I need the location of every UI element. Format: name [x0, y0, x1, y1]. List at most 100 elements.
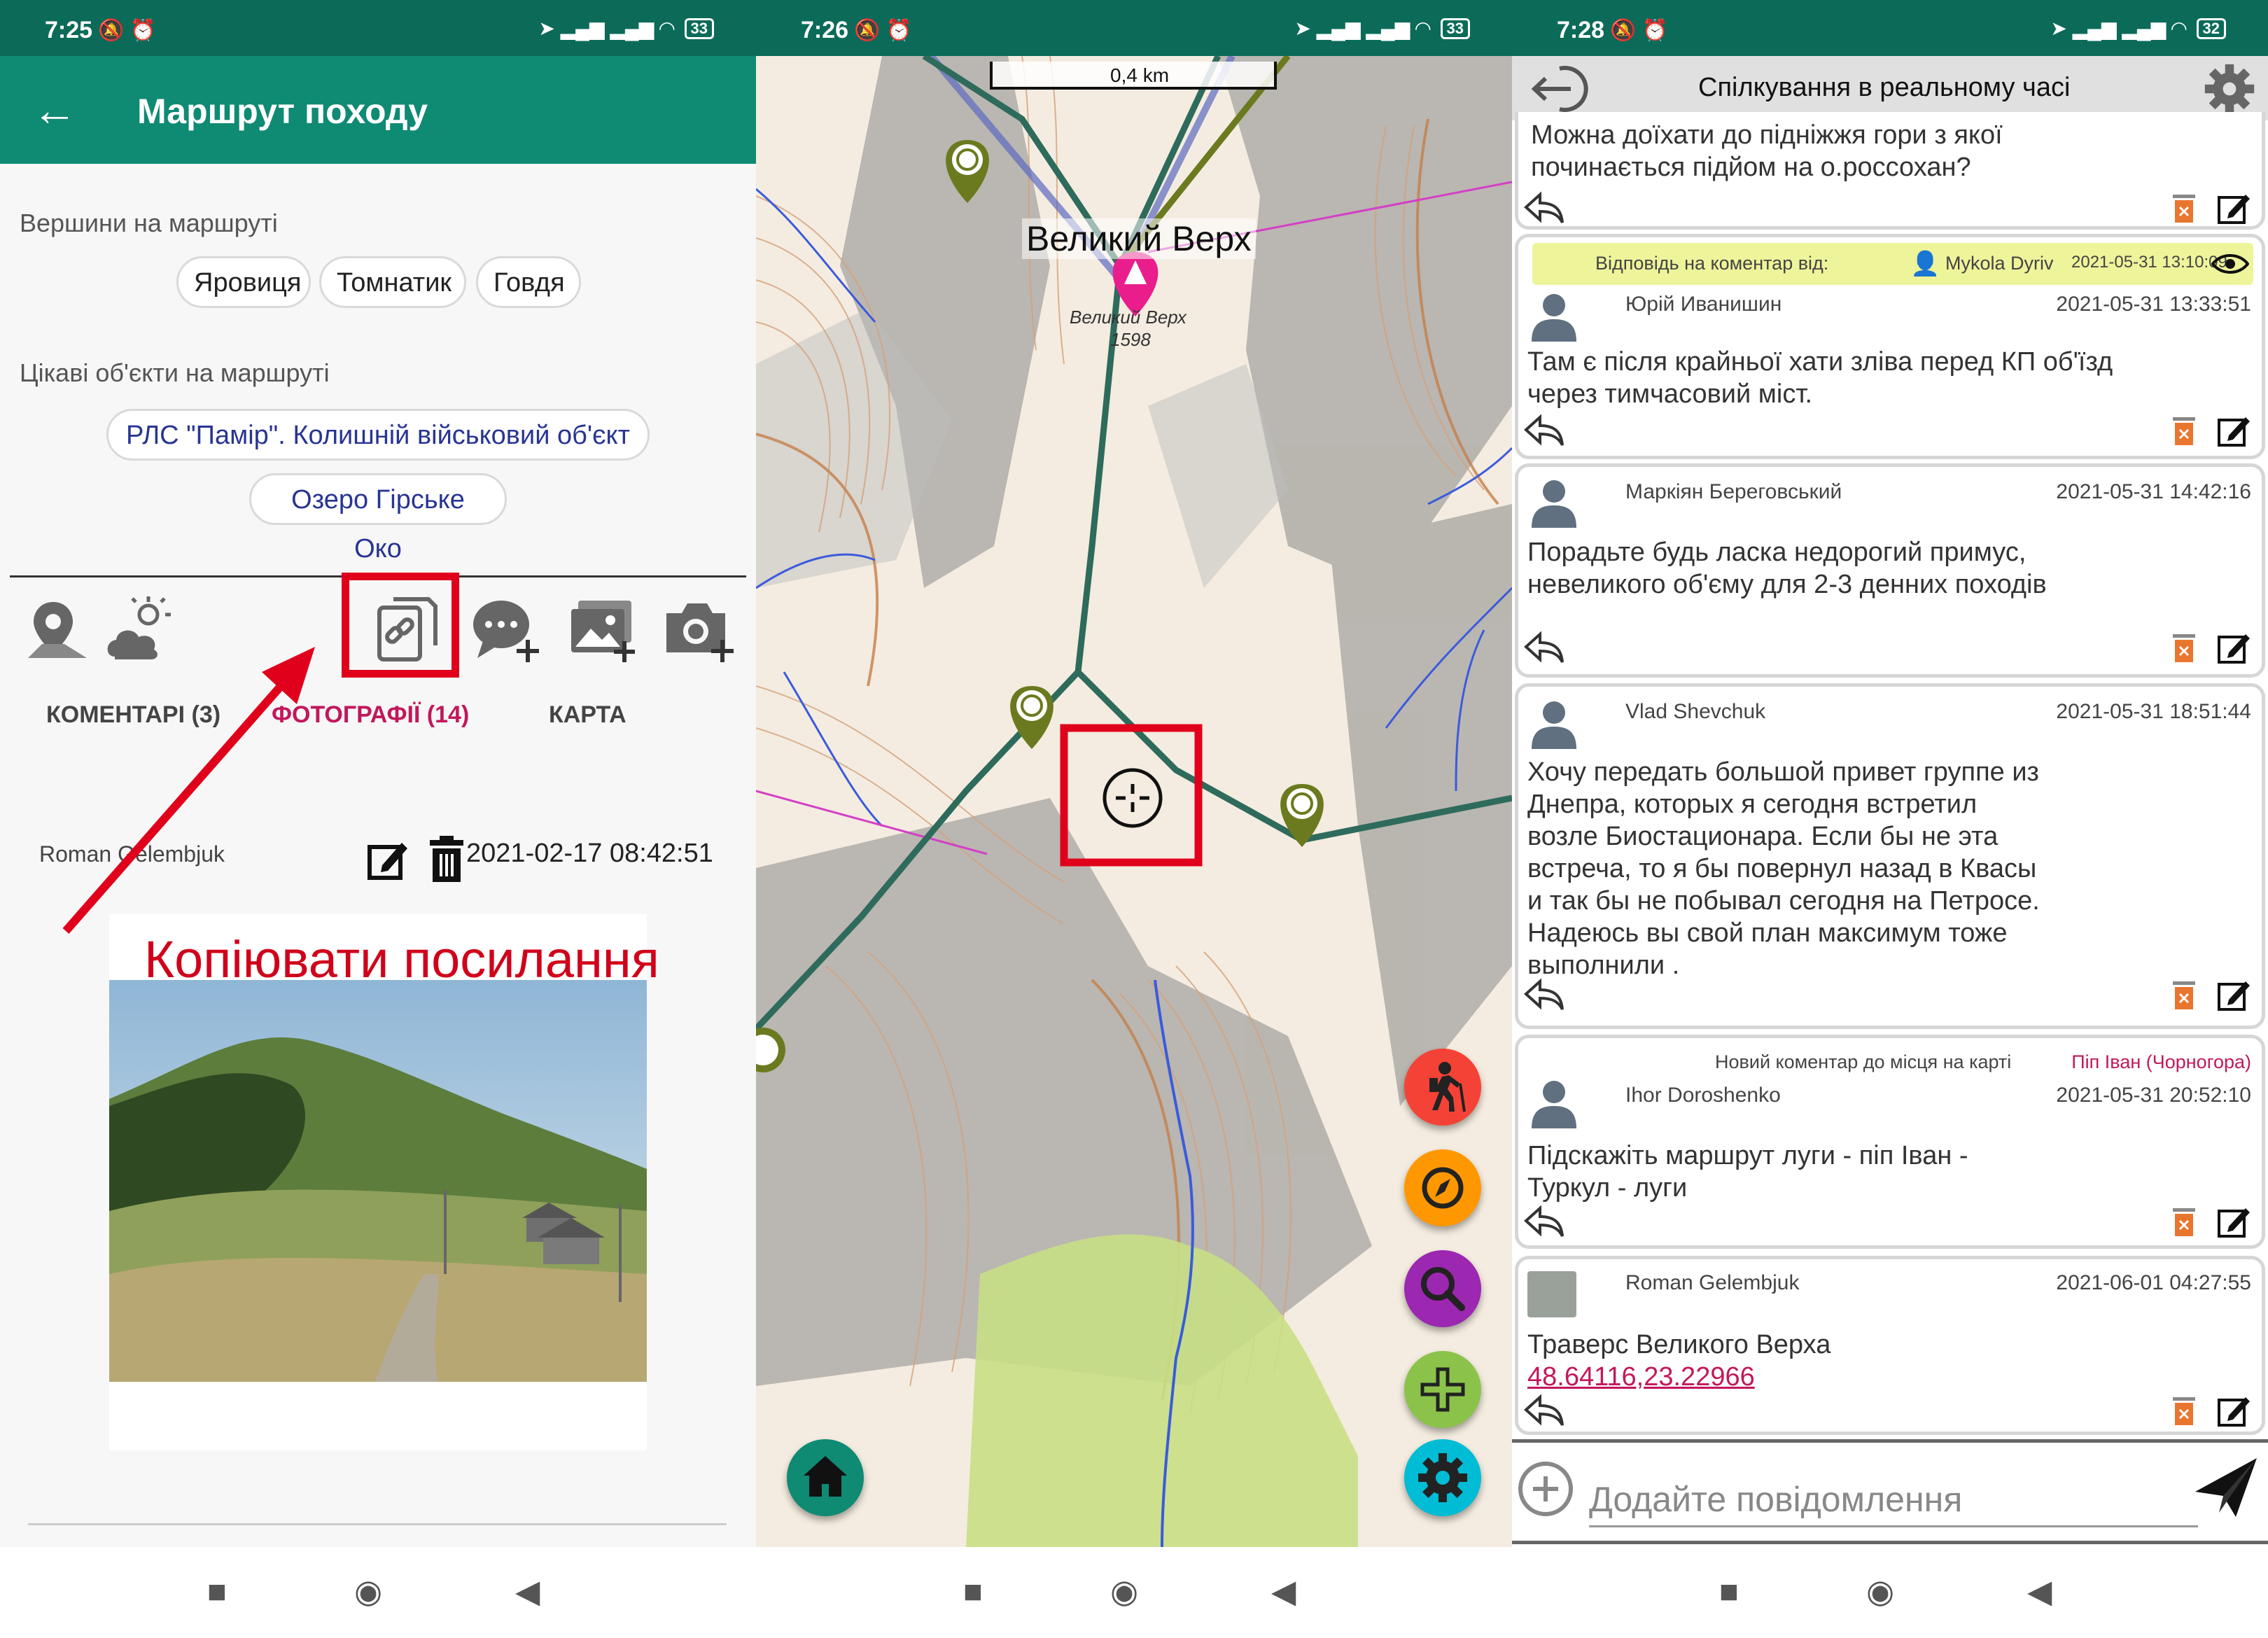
copy-link-annotation: Копіювати посилання	[144, 930, 659, 988]
chat-title: Спілкування в реальному часі	[1698, 73, 2071, 102]
peak-name-label: Великий Верх	[1022, 218, 1256, 259]
back-button[interactable]: ◀	[2027, 1572, 2052, 1610]
chat-message: Можна доїхати до підніжжя гори з якої по…	[1515, 112, 2265, 230]
back-button[interactable]: ◀	[1271, 1572, 1296, 1610]
search-button[interactable]	[1404, 1250, 1481, 1327]
topo-map[interactable]: Великий Верх 1598	[756, 56, 1512, 1547]
scale-bar: 0,4 km	[990, 62, 1277, 90]
page-title: Маршрут походу	[137, 92, 428, 131]
trash-icon[interactable]	[427, 834, 466, 883]
message-text: Можна доїхати до підніжжя гори з якої по…	[1531, 120, 2003, 182]
recents-button[interactable]: ■	[1719, 1572, 1739, 1610]
peak-chip[interactable]: Говдя	[476, 256, 581, 308]
home-button[interactable]: ◉	[1866, 1572, 1894, 1610]
trash-icon[interactable]	[2170, 630, 2198, 665]
route-screen: 7:25 🔕 ⏰ ➤ ▂▄▆ ▂▄▆ ◠ 33 ← Маршрут походу…	[0, 0, 756, 1638]
camera-add-icon[interactable]	[662, 596, 735, 664]
status-bar: 7:28 🔕 ⏰ ➤ ▂▄▆ ▂▄▆ ◠ 32	[1512, 0, 2268, 56]
list-divider	[28, 1523, 727, 1525]
photo-card[interactable]	[109, 914, 647, 1450]
edit-icon[interactable]	[2216, 976, 2253, 1012]
home-map-button[interactable]	[787, 1439, 864, 1516]
home-button[interactable]: ◉	[354, 1572, 382, 1610]
compass-icon	[1422, 1167, 1464, 1209]
exit-icon[interactable]	[1523, 62, 1590, 116]
search-icon	[1421, 1267, 1465, 1311]
add-photo-icon[interactable]	[567, 596, 640, 664]
home-button[interactable]: ◉	[1110, 1572, 1138, 1610]
landscape-photo[interactable]	[109, 980, 647, 1382]
peak-chip[interactable]: Яровиця	[176, 256, 311, 308]
object-chip[interactable]: Озеро Гірське Око	[249, 473, 507, 564]
reply-icon[interactable]	[1523, 413, 1565, 448]
edit-icon[interactable]	[2216, 629, 2253, 665]
tab-map[interactable]: КАРТА	[549, 701, 626, 729]
reply-icon[interactable]	[1523, 190, 1565, 225]
hiker-button[interactable]	[1404, 1049, 1481, 1126]
status-bar: 7:25 🔕 ⏰ ➤ ▂▄▆ ▂▄▆ ◠ 33	[0, 0, 756, 56]
eye-icon[interactable]	[2211, 251, 2249, 276]
chat-message	[1515, 1035, 2265, 1249]
status-time: 7:28	[1557, 17, 1605, 43]
battery-indicator: 32	[2196, 18, 2226, 39]
object-chip[interactable]: РЛС "Памір". Колишній військовий об'єкт	[106, 409, 650, 461]
compass-button[interactable]	[1404, 1149, 1481, 1226]
back-arrow-icon[interactable]: ←	[32, 84, 77, 136]
trash-icon[interactable]	[2170, 413, 2198, 448]
add-button[interactable]	[1404, 1351, 1481, 1428]
objects-label: Цікаві об'єкти на маршруті	[20, 358, 330, 387]
status-right-icons: ➤ ▂▄▆ ▂▄▆ ◠ 33	[1294, 17, 1470, 40]
send-icon[interactable]	[2191, 1452, 2261, 1522]
status-notify-icons: 🔕 ⏰	[1610, 19, 1669, 42]
attach-add-icon[interactable]	[1516, 1460, 1575, 1518]
reply-user: Mykola Dyriv	[1945, 253, 2054, 274]
battery-indicator: 33	[684, 18, 714, 39]
message-composer: Додайте повідомлення	[1512, 1439, 2268, 1544]
recents-button[interactable]: ■	[207, 1572, 227, 1610]
app-bar: ← Маршрут походу	[0, 56, 756, 164]
photo-timestamp: 2021-02-17 08:42:51	[466, 839, 713, 868]
edit-icon[interactable]	[365, 837, 412, 883]
add-comment-icon[interactable]	[470, 596, 543, 664]
chat-screen: 7:28 🔕 ⏰ ➤ ▂▄▆ ▂▄▆ ◠ 32 Спілкування в ре…	[1512, 0, 2268, 1638]
trash-icon[interactable]	[2170, 1204, 2198, 1239]
plus-icon	[1420, 1367, 1465, 1412]
reply-icon[interactable]	[1523, 1204, 1565, 1239]
edit-icon[interactable]	[2216, 1203, 2253, 1239]
back-button[interactable]: ◀	[515, 1572, 540, 1610]
map-label-elevation: 1598	[1110, 329, 1151, 350]
reply-date: 2021-05-31 13:10:09	[2071, 253, 2227, 272]
chat-message: Відповідь на коментар від: 👤 Mykola Dyri…	[1515, 234, 2265, 459]
recents-button[interactable]: ■	[963, 1572, 983, 1610]
hiker-icon	[1429, 1062, 1466, 1112]
trash-icon[interactable]	[2170, 977, 2198, 1012]
coordinates-link[interactable]: 48.64116,23.22966	[1527, 1361, 1755, 1393]
settings-button[interactable]	[1404, 1439, 1481, 1516]
status-right-icons: ➤ ▂▄▆ ▂▄▆ ◠ 32	[2050, 17, 2226, 40]
edit-icon[interactable]	[2216, 1392, 2253, 1428]
system-nav-bar: ■ ◉ ◀	[1512, 1547, 2268, 1638]
edit-icon[interactable]	[2216, 189, 2253, 225]
reply-context-bar: Відповідь на коментар від: 👤 Mykola Dyri…	[1532, 243, 2253, 285]
reply-icon[interactable]	[1523, 630, 1565, 665]
system-nav-bar: ■ ◉ ◀	[756, 1547, 1512, 1638]
system-nav-bar: ■ ◉ ◀	[0, 1547, 756, 1638]
peak-chip[interactable]: Томнатик	[319, 256, 466, 308]
edit-icon[interactable]	[2216, 412, 2253, 448]
map-label-peak: Великий Верх	[1070, 307, 1187, 328]
highlight-box	[342, 573, 459, 678]
peaks-label: Вершини на маршруті	[20, 209, 278, 237]
trash-icon[interactable]	[2170, 1393, 2198, 1428]
status-time: 7:25	[45, 17, 93, 43]
battery-indicator: 33	[1440, 18, 1470, 39]
reply-label: Відповідь на коментар від:	[1595, 253, 1829, 274]
status-notify-icons: 🔕 ⏰	[854, 19, 913, 42]
gear-icon	[1418, 1453, 1467, 1502]
gear-icon[interactable]	[2199, 59, 2260, 119]
trash-icon[interactable]	[2170, 190, 2198, 225]
status-time: 7:26	[801, 17, 849, 43]
message-input[interactable]: Додайте повідомлення	[1589, 1479, 1962, 1520]
status-right-icons: ➤ ▂▄▆ ▂▄▆ ◠ 33	[538, 17, 714, 40]
reply-icon[interactable]	[1523, 977, 1565, 1012]
reply-icon[interactable]	[1523, 1393, 1565, 1428]
